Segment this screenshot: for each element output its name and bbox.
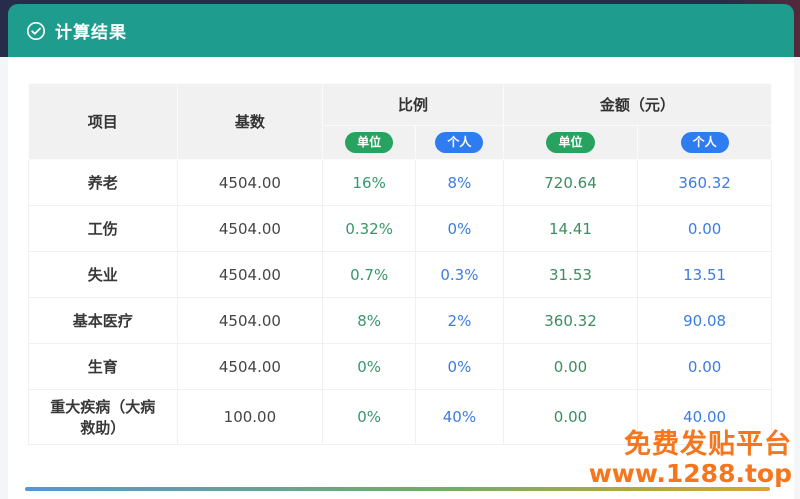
cell-amount-person: 0.00 (638, 344, 772, 390)
cell-amount-unit: 720.64 (503, 160, 637, 206)
cell-base: 4504.00 (177, 298, 323, 344)
table-row: 生育 4504.00 0% 0% 0.00 0.00 (29, 344, 772, 390)
horizontal-scrollbar[interactable] (25, 487, 770, 491)
cell-item: 工伤 (29, 206, 178, 252)
result-card: 项目 基数 比例 金额（元） 单位 个人 单位 个人 (8, 57, 794, 499)
col-header-ratio: 比例 (323, 84, 504, 126)
cell-ratio-person: 2% (416, 298, 504, 344)
amount-unit-header: 单位 (503, 126, 637, 160)
cell-amount-unit: 0.00 (503, 390, 637, 445)
result-panel-header: 计算结果 (8, 4, 794, 57)
cell-ratio-person: 0% (416, 344, 504, 390)
cell-amount-person: 0.00 (638, 206, 772, 252)
cell-item: 重大疾病（大病救助） (29, 390, 178, 445)
cell-item: 生育 (29, 344, 178, 390)
cell-amount-person: 13.51 (638, 252, 772, 298)
cell-ratio-person: 0.3% (416, 252, 504, 298)
ratio-unit-header: 单位 (323, 126, 416, 160)
cell-ratio-unit: 0% (323, 344, 416, 390)
cell-ratio-unit: 0.32% (323, 206, 416, 252)
page: 计算结果 项目 基数 比例 金额（元） 单位 (0, 0, 800, 499)
cell-ratio-person: 0% (416, 206, 504, 252)
cell-item: 基本医疗 (29, 298, 178, 344)
cell-amount-person: 90.08 (638, 298, 772, 344)
check-circle-icon (26, 21, 46, 41)
table-header: 项目 基数 比例 金额（元） 单位 个人 单位 个人 (29, 84, 772, 160)
table-row: 工伤 4504.00 0.32% 0% 14.41 0.00 (29, 206, 772, 252)
cell-amount-person: 40.00 (638, 390, 772, 445)
cell-base: 4504.00 (177, 252, 323, 298)
col-header-base: 基数 (177, 84, 323, 160)
cell-ratio-person: 8% (416, 160, 504, 206)
cell-ratio-unit: 0% (323, 390, 416, 445)
cell-ratio-person: 40% (416, 390, 504, 445)
table-row: 养老 4504.00 16% 8% 720.64 360.32 (29, 160, 772, 206)
cell-ratio-unit: 16% (323, 160, 416, 206)
cell-amount-person: 360.32 (638, 160, 772, 206)
table-row: 失业 4504.00 0.7% 0.3% 31.53 13.51 (29, 252, 772, 298)
unit-badge: 单位 (546, 132, 594, 154)
panel-title: 计算结果 (55, 18, 127, 43)
cell-amount-unit: 0.00 (503, 344, 637, 390)
cell-amount-unit: 14.41 (503, 206, 637, 252)
table-row: 基本医疗 4504.00 8% 2% 360.32 90.08 (29, 298, 772, 344)
ratio-person-header: 个人 (416, 126, 504, 160)
cell-ratio-unit: 8% (323, 298, 416, 344)
result-table: 项目 基数 比例 金额（元） 单位 个人 单位 个人 (28, 83, 772, 445)
cell-base: 4504.00 (177, 206, 323, 252)
col-header-amount: 金额（元） (503, 84, 771, 126)
person-badge: 个人 (681, 132, 729, 154)
amount-person-header: 个人 (638, 126, 772, 160)
cell-item: 养老 (29, 160, 178, 206)
cell-base: 4504.00 (177, 344, 323, 390)
cell-base: 100.00 (177, 390, 323, 445)
cell-item: 失业 (29, 252, 178, 298)
cell-ratio-unit: 0.7% (323, 252, 416, 298)
unit-badge: 单位 (345, 132, 393, 154)
cell-base: 4504.00 (177, 160, 323, 206)
cell-amount-unit: 31.53 (503, 252, 637, 298)
person-badge: 个人 (435, 132, 483, 154)
cell-amount-unit: 360.32 (503, 298, 637, 344)
table-row: 重大疾病（大病救助） 100.00 0% 40% 0.00 40.00 (29, 390, 772, 445)
table-body: 养老 4504.00 16% 8% 720.64 360.32 工伤 4504.… (29, 160, 772, 445)
col-header-item: 项目 (29, 84, 178, 160)
